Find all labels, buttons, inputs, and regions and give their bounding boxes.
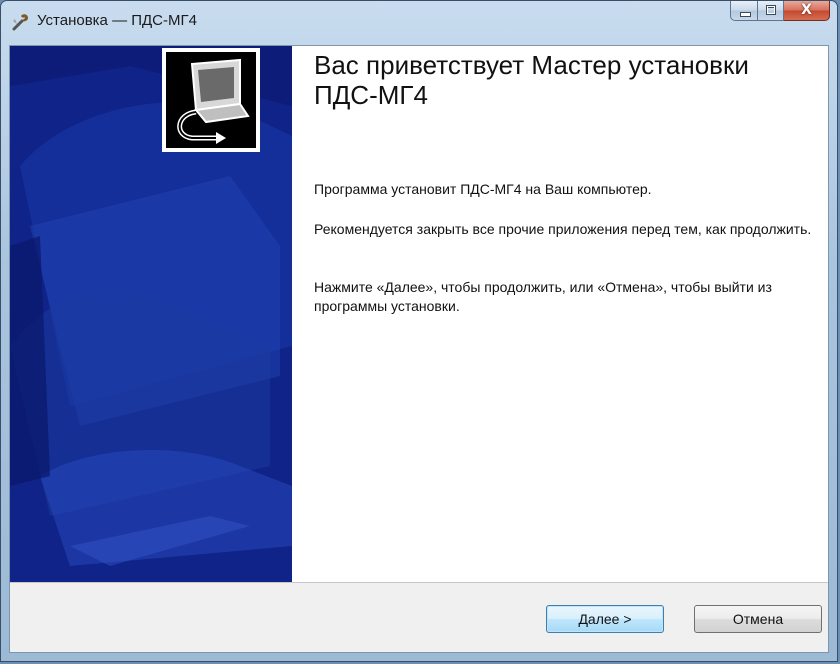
instructions-paragraph: Нажмите «Далее», чтобы продолжить, или «… [314, 279, 772, 314]
close-icon: X [801, 2, 812, 18]
close-button[interactable]: X [784, 1, 830, 21]
wizard-banner [10, 46, 292, 582]
maximize-button[interactable] [758, 1, 784, 21]
title-bar[interactable]: Установка — ПДС-МГ4 X [1, 1, 837, 45]
button-bar: Далее > Отмена [10, 582, 828, 652]
cancel-button[interactable]: Отмена [694, 605, 822, 633]
intro-paragraph: Программа установит ПДС-МГ4 на Ваш компь… [314, 181, 652, 197]
installer-window: Установка — ПДС-МГ4 X Вас приветствует М… [0, 0, 838, 662]
wrench-icon [11, 12, 31, 32]
wizard-client-area: Вас приветствует Мастер установки ПДС-МГ… [9, 45, 829, 653]
next-button[interactable]: Далее > [546, 605, 664, 633]
window-title: Установка — ПДС-МГ4 [37, 12, 197, 29]
welcome-heading: Вас приветствует Мастер установки ПДС-МГ… [314, 50, 749, 110]
minimize-button[interactable] [730, 1, 758, 21]
close-apps-paragraph: Рекомендуется закрыть все прочие приложе… [314, 221, 812, 237]
computer-install-icon [162, 48, 260, 152]
wizard-content: Вас приветствует Мастер установки ПДС-МГ… [292, 46, 828, 582]
caption-buttons: X [730, 1, 830, 23]
